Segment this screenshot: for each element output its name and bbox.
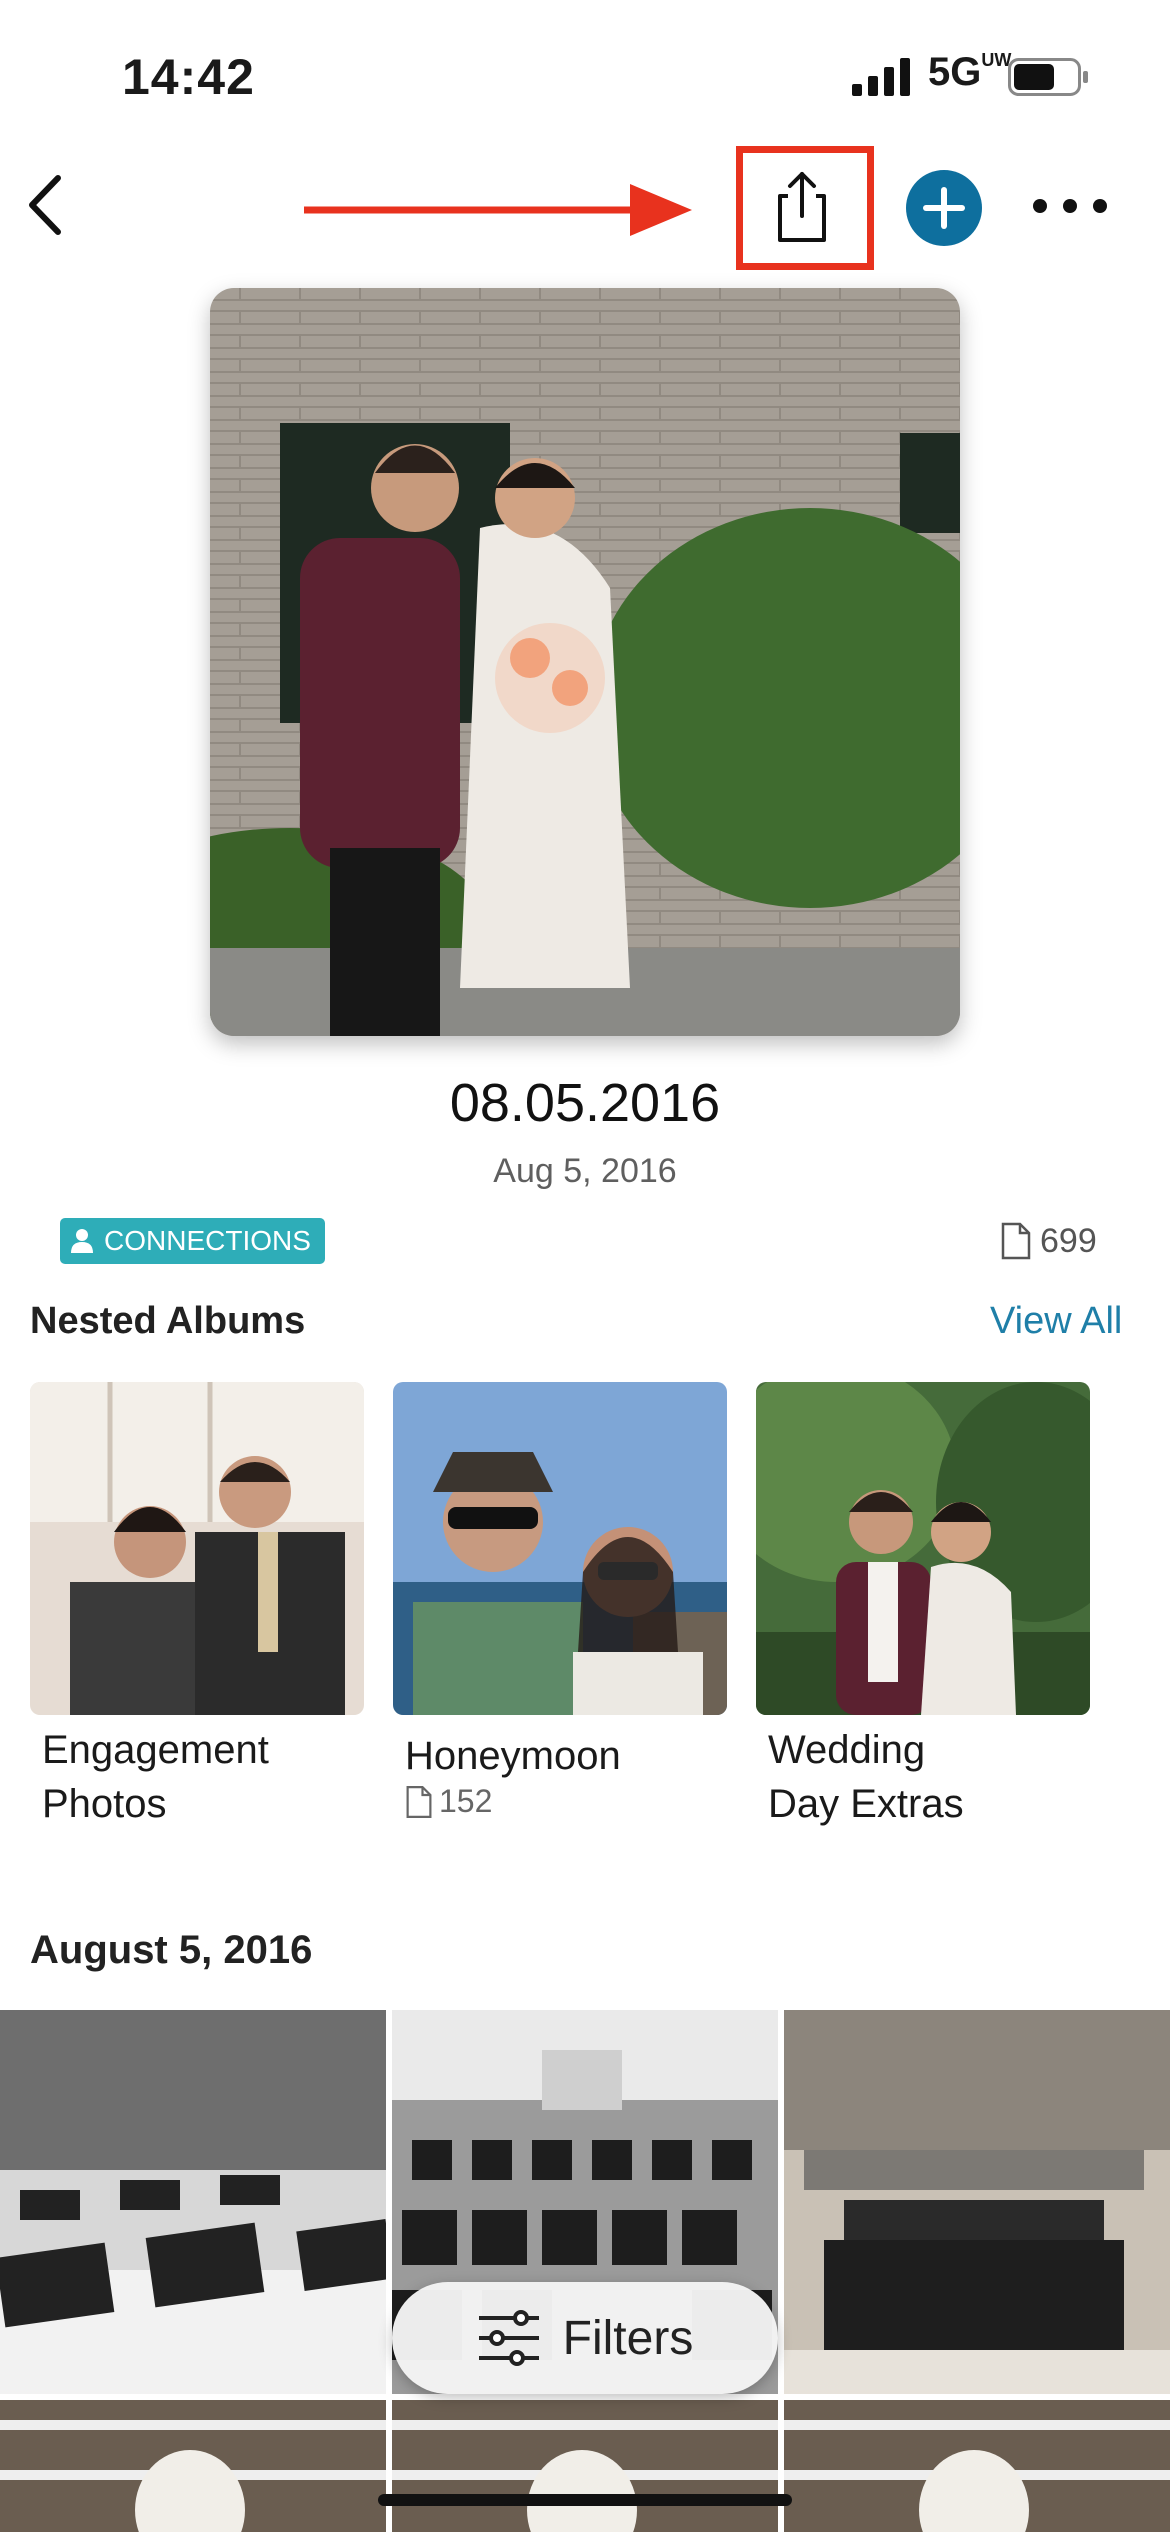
album-count-value: 152 <box>439 1783 493 1819</box>
album-label-line1: Honeymoon <box>405 1734 621 1778</box>
album-title: 08.05.2016 <box>449 1073 721 1133</box>
more-options-icon[interactable] <box>1030 188 1110 224</box>
album-label-line2: Day Extras <box>768 1782 964 1826</box>
back-chevron-icon[interactable] <box>20 170 70 240</box>
view-all-link[interactable]: View All <box>990 1300 1122 1343</box>
document-icon <box>1001 1222 1031 1260</box>
grid-photo[interactable] <box>0 2010 386 2394</box>
album-label-line1: Engagement <box>42 1728 269 1772</box>
album-label-line2: Photos <box>42 1782 167 1826</box>
network-type: 5GUW <box>928 50 1011 95</box>
grid-photo[interactable] <box>784 2010 1170 2394</box>
album-count: 152 <box>405 1783 727 1820</box>
grid-photo[interactable] <box>392 2400 778 2532</box>
sliders-icon <box>478 2310 539 2366</box>
album-thumbnail <box>30 1382 364 1715</box>
status-time: 14:42 <box>122 49 255 105</box>
nested-album-honeymoon[interactable]: Honeymoon 152 <box>393 1382 727 1820</box>
filters-label: Filters <box>562 2311 694 2365</box>
cover-image <box>210 288 960 1036</box>
battery-icon <box>1008 58 1088 96</box>
album-thumbnail <box>756 1382 1090 1715</box>
nested-albums-heading: Nested Albums <box>30 1300 306 1342</box>
network-label: 5G <box>928 50 982 94</box>
document-icon <box>406 1785 432 1818</box>
network-superscript: UW <box>981 50 1012 70</box>
cellular-signal-icon <box>852 58 910 96</box>
home-indicator <box>378 2494 792 2506</box>
album-cover-photo[interactable] <box>210 288 960 1036</box>
album-label-line1: Wedding <box>768 1728 926 1772</box>
section-date-heading: August 5, 2016 <box>30 1928 313 1972</box>
add-button[interactable] <box>906 170 982 246</box>
item-count-value: 699 <box>1040 1221 1097 1260</box>
connections-badge[interactable]: CONNECTIONS <box>60 1218 325 1264</box>
grid-photo[interactable] <box>784 2400 1170 2532</box>
filters-button[interactable]: Filters <box>392 2282 778 2394</box>
nested-album-wedding-day-extras[interactable]: Wedding Day Extras <box>756 1382 1090 1831</box>
share-icon[interactable] <box>762 166 842 246</box>
connections-label: CONNECTIONS <box>104 1225 311 1256</box>
grid-photo[interactable] <box>0 2400 386 2532</box>
person-icon <box>71 1229 93 1253</box>
nested-album-engagement[interactable]: Engagement Photos <box>30 1382 364 1831</box>
annotation-arrow <box>304 184 692 236</box>
album-date: Aug 5, 2016 <box>493 1152 677 1190</box>
album-thumbnail <box>393 1382 727 1715</box>
item-count: 699 <box>1000 1218 1097 1264</box>
